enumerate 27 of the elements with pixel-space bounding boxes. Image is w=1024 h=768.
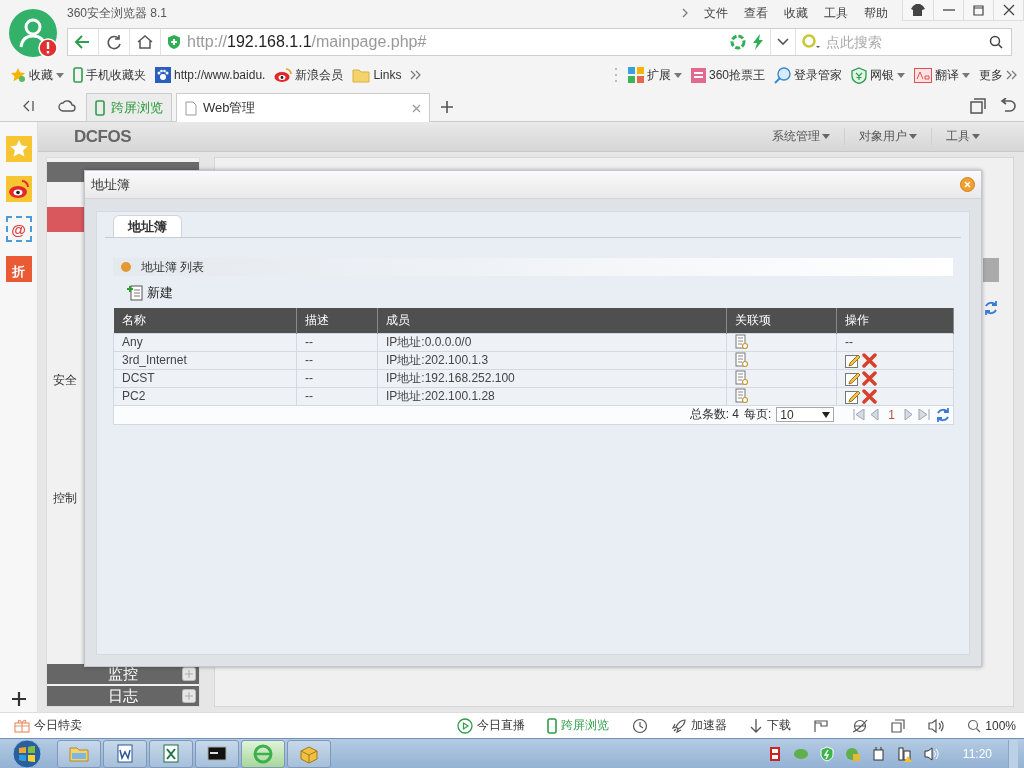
nav-section-label: 控制: [52, 490, 78, 507]
window-title: 360安全浏览器 8.1: [67, 4, 169, 22]
column-header: 关联项: [726, 308, 837, 333]
page-number: 1: [887, 407, 896, 422]
table-cell: --: [296, 369, 378, 387]
table-cell: DCST: [113, 369, 297, 387]
table-cell: IP地址:192.168.252.100: [377, 369, 727, 387]
table-cell: --: [296, 333, 378, 351]
table-cell: IP地址:0.0.0.0/0: [377, 333, 727, 351]
per-page-label: 每页:: [743, 406, 772, 423]
nav-section-label: 安全: [52, 372, 78, 389]
column-header: 成员: [377, 308, 727, 333]
table-cell: IP地址:202.100.1.28: [377, 387, 727, 405]
column-header: 名称: [113, 308, 297, 333]
table-cell: PC2: [113, 387, 297, 405]
total-count: 总条数: 4: [689, 406, 739, 423]
column-header: 操作: [836, 308, 954, 333]
app-logo: DCFOS: [74, 126, 132, 147]
section-title: 地址簿 列表: [141, 258, 205, 276]
table-cell: --: [836, 333, 954, 351]
table-cell: --: [296, 387, 378, 405]
table-cell: IP地址:202.100.1.3: [377, 351, 727, 369]
column-header: 描述: [296, 308, 378, 333]
dialog-title: 地址簿: [91, 175, 131, 194]
table-cell: 3rd_Internet: [113, 351, 297, 369]
table-cell: --: [296, 351, 378, 369]
table-cell: Any: [113, 333, 297, 351]
